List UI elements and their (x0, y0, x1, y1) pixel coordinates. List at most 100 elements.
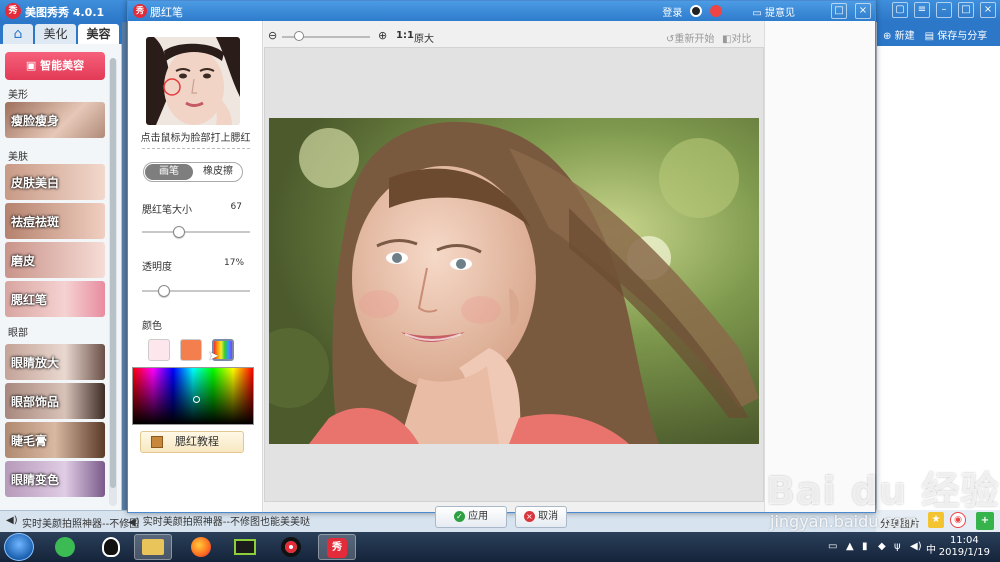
feature-acne-removal[interactable]: 祛痘祛斑 (5, 203, 105, 239)
original-size-button[interactable]: 原大 (414, 30, 434, 45)
firefox-icon (191, 537, 211, 557)
plus-icon: ⊕ (883, 30, 892, 42)
feature-slim-face[interactable]: 瘦脸瘦身 (5, 102, 105, 138)
media-player-icon (234, 539, 256, 555)
language-icon[interactable]: 中 (926, 541, 936, 556)
add-share-icon[interactable]: + (976, 512, 994, 530)
taskbar-clock[interactable]: 11:04 2019/1/19 (939, 535, 990, 559)
dialog-titlebar: 秀 腮红笔 登录 ▭ 提意见 □ × (128, 1, 875, 21)
blush-tutorial-button[interactable]: 腮红教程 (140, 431, 244, 453)
swatch-light-pink[interactable] (148, 339, 170, 361)
taskbar-app-recorder[interactable] (272, 534, 310, 560)
zoom-out-icon[interactable]: ⊖ (268, 29, 277, 42)
shield-icon[interactable]: ◆ (878, 541, 886, 552)
dialog-maximize-button[interactable]: □ (831, 3, 847, 19)
restart-button[interactable]: ↺重新开始 (666, 30, 714, 45)
save-icon: ▤ (924, 30, 935, 42)
zoom-in-icon[interactable]: ⊕ (378, 29, 387, 42)
feature-eye-accessories[interactable]: 眼部饰品 (5, 383, 105, 419)
tab-beauty[interactable]: 美容 (78, 24, 119, 44)
save-share-button[interactable]: ▤ 保存与分享 (925, 27, 988, 42)
share-bar: 分享图片 ★ ◉ + (876, 510, 1000, 532)
clock-date: 2019/1/19 (938, 547, 990, 558)
start-button[interactable] (4, 533, 34, 561)
zoom-knob[interactable] (294, 31, 304, 41)
photo-canvas[interactable] (269, 118, 759, 444)
mode-eraser[interactable]: 橡皮擦 (194, 163, 242, 181)
tab-beautify[interactable]: 美化 (35, 24, 76, 44)
feature-eye-enlarge[interactable]: 眼睛放大 (5, 344, 105, 380)
feature-eye-color[interactable]: 眼睛变色 (5, 461, 105, 497)
taskbar-app-meitu[interactable]: 秀 (318, 534, 356, 560)
star-icon[interactable]: ★ (928, 512, 944, 528)
feature-skin-whitening[interactable]: 皮肤美白 (5, 164, 105, 200)
taskbar-app-refresh[interactable] (46, 534, 84, 560)
home-tab[interactable]: ⌂ (3, 24, 33, 44)
taskbar-app-qq[interactable] (92, 534, 130, 560)
dialog-status-bar: ◀) 实时美颜拍照神器--不修图也能美美哒 (128, 513, 748, 529)
feature-mascara[interactable]: 睫毛膏 (5, 422, 105, 458)
scrollbar-thumb[interactable] (110, 58, 116, 488)
feature-blush-brush[interactable]: 腮红笔 (5, 281, 105, 317)
feedback-link[interactable]: ▭ 提意见 (752, 4, 795, 19)
new-button[interactable]: ⊕ 新建 (883, 27, 915, 42)
volume-icon[interactable]: ◀) (910, 541, 922, 552)
keyboard-icon[interactable]: ▭ (828, 541, 837, 552)
taskbar-app-media[interactable] (226, 534, 264, 560)
dialog-status-text[interactable]: 实时美颜拍照神器--不修图也能美美哒 (143, 517, 310, 528)
brush-size-slider[interactable] (142, 226, 250, 238)
weibo-icon[interactable]: ◉ (950, 512, 966, 528)
left-feature-panel: ⌂ 美化 美容 ▣ 智能美容 美形 瘦脸瘦身 美肤 皮肤美白 祛痘祛斑 磨皮 腮… (0, 22, 122, 510)
minimize-button[interactable]: – (936, 2, 952, 18)
home-icon: ⌂ (13, 26, 23, 42)
refresh-icon (55, 537, 75, 557)
swatch-orange[interactable] (180, 339, 202, 361)
canvas-right-area (764, 21, 875, 512)
login-link[interactable]: 登录 (662, 4, 682, 19)
brush-size-label: 腮红笔大小 (142, 205, 192, 216)
color-picker-handle[interactable] (193, 396, 200, 403)
opacity-label: 透明度 (142, 262, 172, 273)
menu-icon[interactable]: ≡ (914, 2, 930, 18)
taskbar-app-explorer[interactable] (134, 534, 172, 560)
qq-icon[interactable] (690, 5, 703, 17)
brush-mode-toggle: 画笔 橡皮擦 (143, 162, 243, 182)
opacity-slider[interactable] (142, 285, 250, 297)
feature-smoothing[interactable]: 磨皮 (5, 242, 105, 278)
opacity-knob[interactable] (158, 285, 170, 297)
blush-controls: 点击鼠标为脸部打上腮红 画笔 橡皮擦 腮红笔大小 67 透明度 17% 颜色 ➤… (128, 21, 263, 512)
tray-arrow-icon[interactable]: ▲ (846, 541, 854, 552)
zoom-slider[interactable] (282, 31, 370, 41)
mode-brush[interactable]: 画笔 (145, 164, 193, 180)
chat-icon[interactable]: ▢ (892, 2, 908, 18)
divider (142, 148, 250, 149)
network-icon[interactable]: ▮ (862, 541, 868, 552)
color-label: 颜色 (142, 321, 162, 332)
color-palette[interactable] (132, 367, 254, 425)
clock-time: 11:04 (949, 535, 979, 546)
dialog-speaker-icon: ◀) (128, 517, 140, 528)
meitu-icon: 秀 (327, 538, 347, 558)
chat-bubble-icon: ▭ (752, 7, 762, 19)
smart-beauty-button[interactable]: ▣ 智能美容 (5, 52, 105, 80)
left-tabs: ⌂ 美化 美容 (0, 22, 122, 44)
taskbar: 秀 ▭ ▲ ▮ ◆ ψ ◀) 中 11:04 2019/1/19 (0, 532, 1000, 562)
weibo-login-icon[interactable] (710, 5, 723, 17)
close-button[interactable]: × (980, 2, 996, 18)
dialog-logo-icon: 秀 (133, 4, 147, 18)
main-status-text[interactable]: 实时美颜拍照神器--不修图 (22, 515, 139, 530)
qq-penguin-icon (102, 537, 120, 557)
dialog-close-button[interactable]: × (855, 3, 871, 19)
blush-brush-dialog: 秀 腮红笔 登录 ▭ 提意见 □ × 点击鼠标为脸部打上腮红 画笔 橡皮擦 腮红… (127, 0, 876, 528)
right-panel: ⊕ 新建 ▤ 保存与分享 (876, 22, 1000, 510)
compare-button[interactable]: ◧对比 (722, 30, 751, 45)
record-icon (281, 537, 301, 557)
taskbar-app-firefox[interactable] (182, 534, 220, 560)
left-panel-scrollbar[interactable] (109, 58, 117, 506)
brush-size-knob[interactable] (173, 226, 185, 238)
maximize-button[interactable]: □ (958, 2, 974, 18)
example-face-image (146, 37, 240, 125)
zoom-ratio[interactable]: 1:1 (396, 30, 414, 41)
folder-icon (142, 539, 164, 555)
input-method-icon[interactable]: ψ (894, 541, 901, 552)
